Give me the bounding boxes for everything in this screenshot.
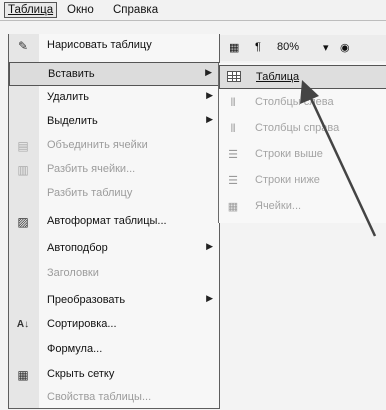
pointer-arrow-annotation [300, 80, 377, 237]
